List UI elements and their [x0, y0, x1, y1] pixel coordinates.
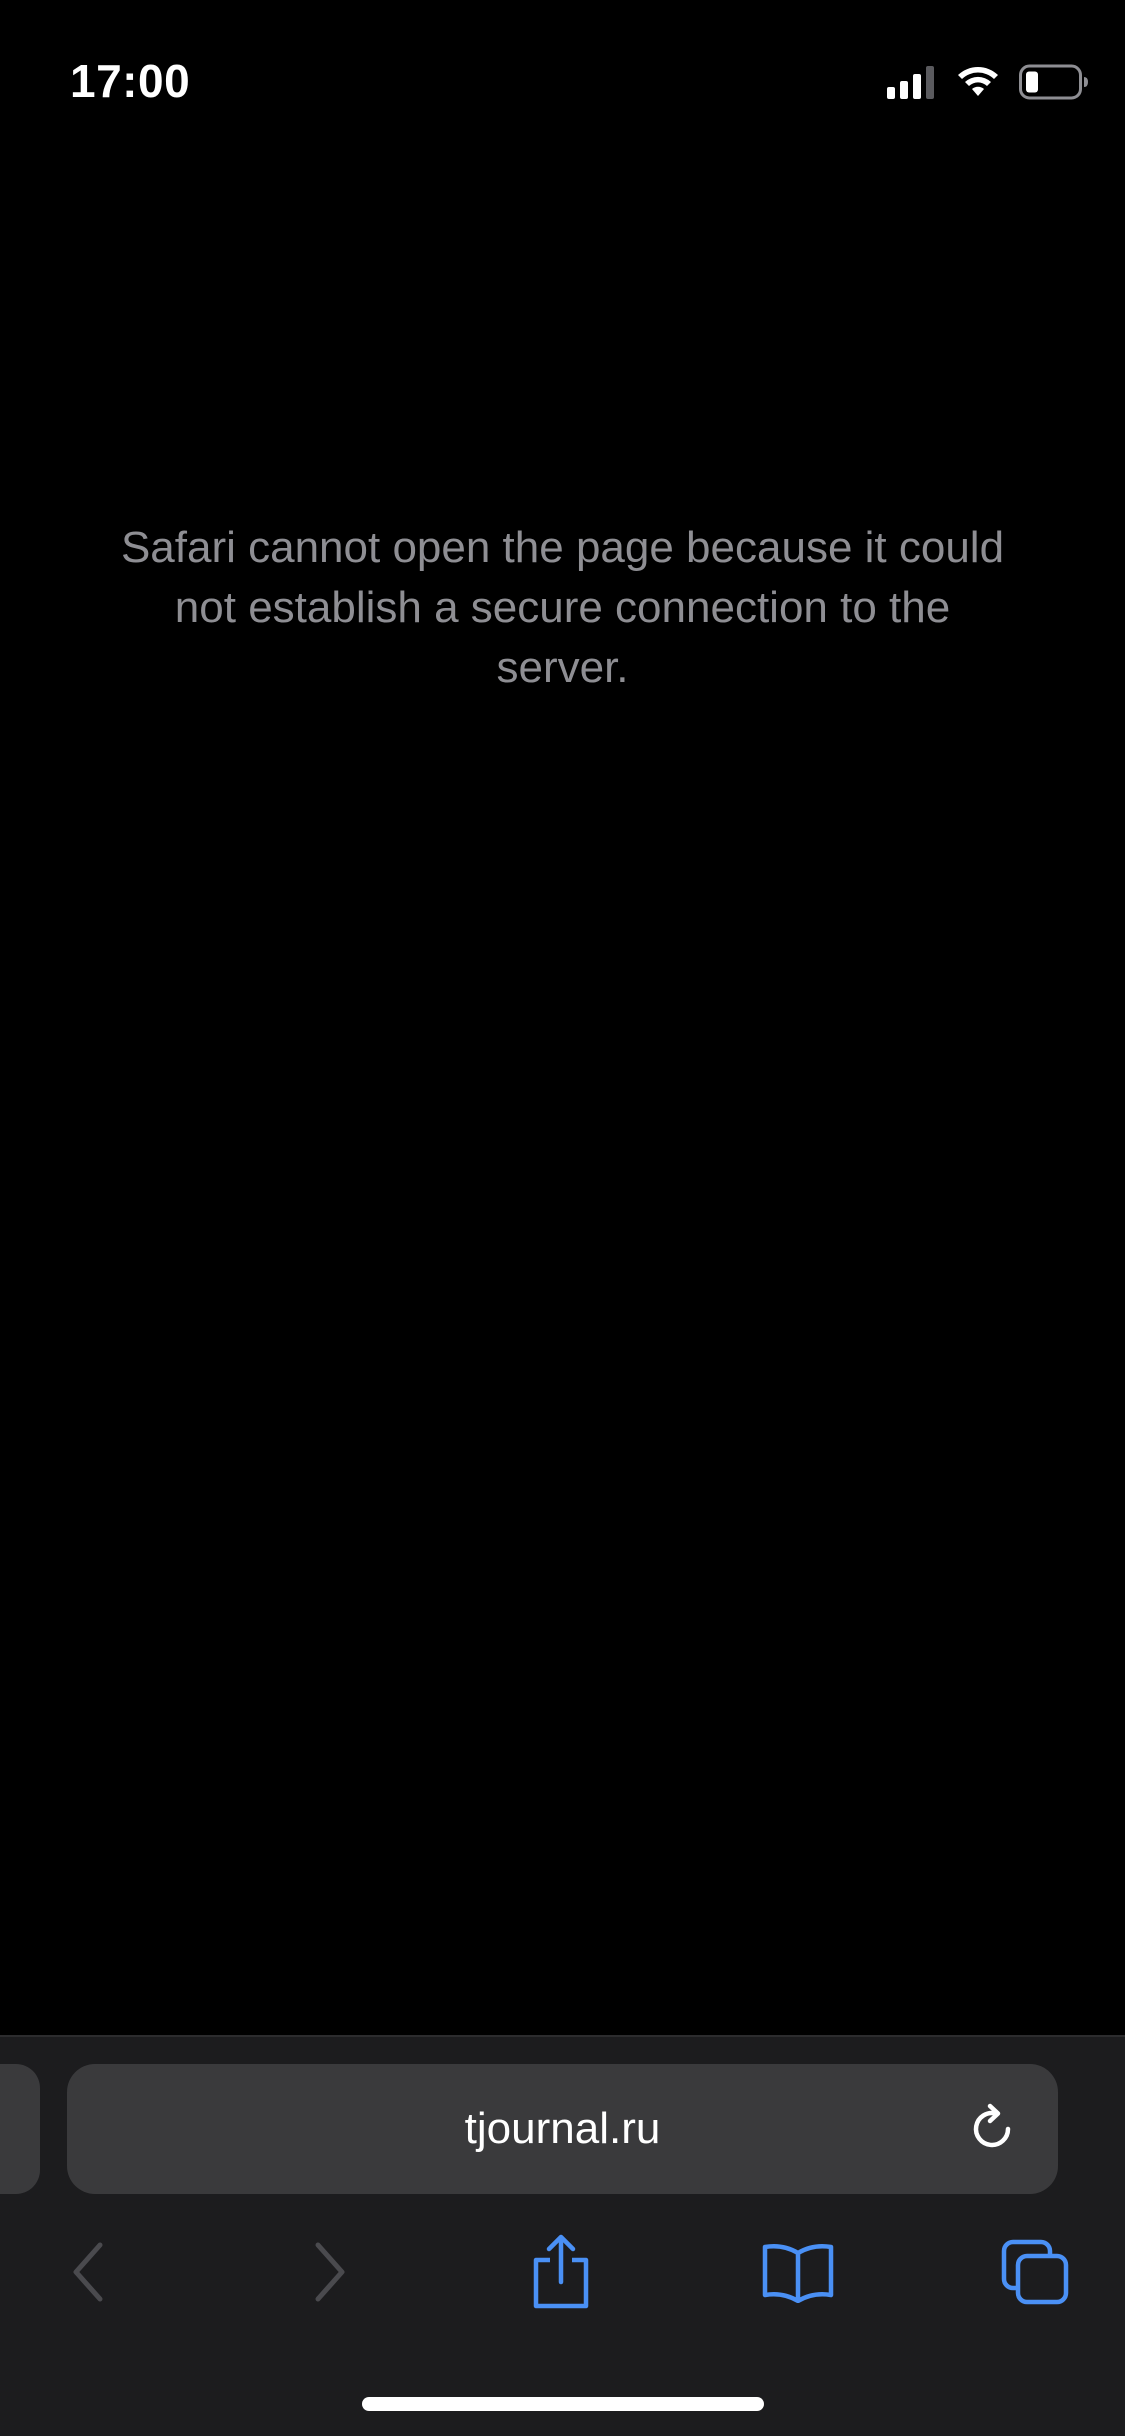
forward-icon	[315, 2242, 345, 2302]
previous-tab-address-bar[interactable]	[0, 2064, 40, 2194]
share-icon	[533, 2234, 589, 2309]
back-button[interactable]	[40, 2224, 136, 2320]
bottom-toolbar: tjournal.ru	[0, 2035, 1125, 2436]
tabs-icon	[1001, 2239, 1069, 2305]
cellular-signal-icon	[887, 65, 937, 99]
status-time: 17:00	[70, 55, 191, 107]
reload-button[interactable]	[964, 2101, 1020, 2157]
share-button[interactable]	[513, 2224, 609, 2320]
bookmarks-icon	[762, 2244, 834, 2303]
status-icons	[887, 60, 1089, 104]
forward-button[interactable]	[282, 2224, 378, 2320]
bookmarks-button[interactable]	[750, 2224, 846, 2320]
back-icon	[73, 2242, 103, 2302]
battery-icon	[1019, 64, 1089, 100]
wifi-icon	[955, 65, 1001, 99]
address-url[interactable]: tjournal.ru	[67, 2064, 1058, 2194]
tabs-button[interactable]	[987, 2224, 1083, 2320]
safari-screen: 17:00 Safari cannot open the page becaus…	[0, 0, 1125, 2436]
address-bar[interactable]: tjournal.ru	[67, 2064, 1058, 2194]
reload-icon	[973, 2103, 1011, 2148]
error-message: Safari cannot open the page because it c…	[120, 523, 1005, 692]
navigation-toolbar	[0, 2224, 1125, 2320]
home-indicator[interactable]	[362, 2397, 764, 2411]
